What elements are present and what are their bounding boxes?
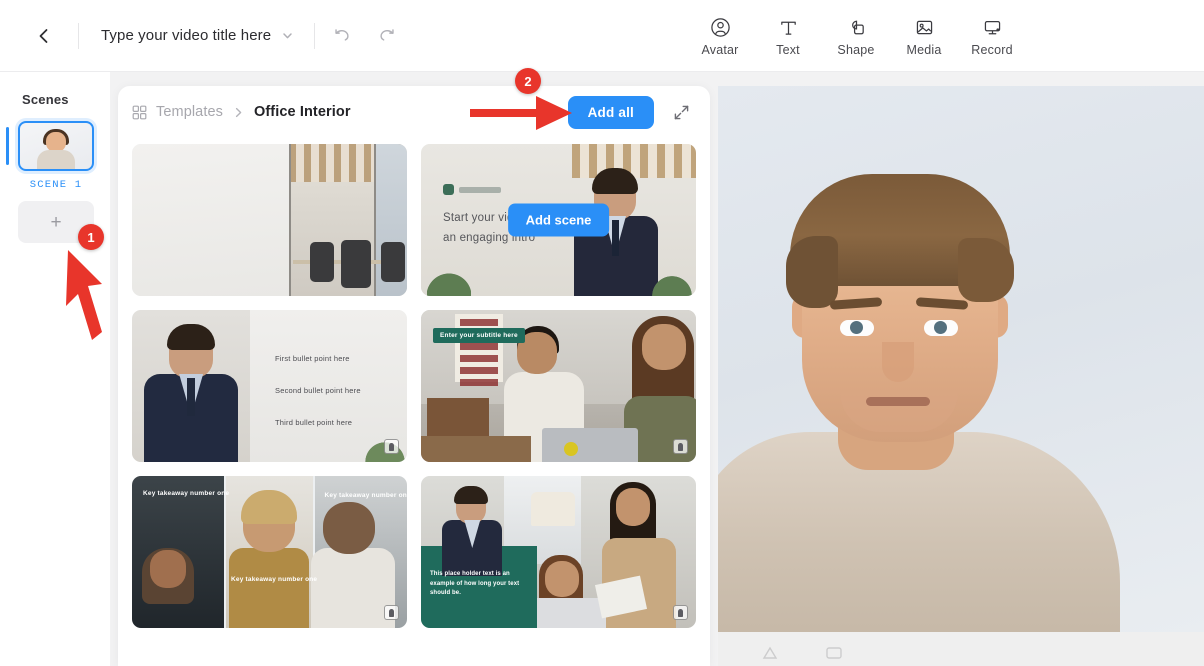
tool-text[interactable]: Text bbox=[754, 10, 822, 63]
scene-type-badge bbox=[384, 439, 399, 454]
expand-icon[interactable] bbox=[670, 101, 692, 123]
add-all-button[interactable]: Add all bbox=[567, 95, 654, 129]
templates-panel: Templates Office Interior Add all Start … bbox=[118, 86, 710, 666]
divider bbox=[314, 22, 316, 49]
tool-record[interactable]: Record bbox=[958, 10, 1026, 63]
tool-media[interactable]: Media bbox=[890, 10, 958, 63]
breadcrumb: Templates Office Interior bbox=[132, 104, 351, 120]
template-card[interactable]: Key takeaway number one Key takeaway num… bbox=[132, 476, 407, 628]
wall-poster bbox=[455, 314, 503, 386]
scene-thumbnail[interactable] bbox=[18, 121, 94, 171]
annotation-arrow-2 bbox=[470, 96, 572, 130]
card-text-line: Enter your subtitle here bbox=[433, 328, 525, 343]
card-photo bbox=[132, 310, 251, 462]
card-text-line: First bullet point here bbox=[275, 354, 350, 363]
thumb-body bbox=[37, 150, 75, 169]
scene-active-indicator bbox=[6, 127, 9, 165]
tool-label: Text bbox=[776, 43, 800, 57]
glass-mullion bbox=[374, 144, 377, 296]
partial-icon bbox=[762, 646, 778, 659]
history-group bbox=[314, 19, 403, 53]
card-text-line: Second bullet point here bbox=[275, 386, 361, 395]
template-card[interactable]: This place holder text is an example of … bbox=[421, 476, 696, 628]
shape-icon bbox=[846, 14, 867, 38]
video-title-group[interactable]: Type your video title here bbox=[101, 27, 294, 44]
insert-toolbar: Avatar Text Shape Media Record bbox=[686, 10, 1026, 63]
scene-type-badge bbox=[673, 439, 688, 454]
card-text-line: Key takeaway number one bbox=[324, 492, 408, 499]
video-title-input[interactable]: Type your video title here bbox=[101, 27, 271, 44]
video-editor-app: Type your video title here Avatar Text S… bbox=[0, 0, 1204, 666]
redo-icon bbox=[380, 29, 394, 41]
avatar-icon bbox=[710, 14, 731, 38]
breadcrumb-current: Office Interior bbox=[254, 104, 351, 120]
templates-grid: Start your video with an engaging intro … bbox=[118, 138, 710, 642]
top-bar: Type your video title here Avatar Text S… bbox=[0, 0, 1204, 72]
templates-header: Templates Office Interior Add all bbox=[118, 86, 710, 138]
plant bbox=[427, 266, 471, 296]
chevron-right-icon bbox=[232, 106, 245, 119]
lamp bbox=[531, 492, 575, 526]
divider bbox=[78, 22, 79, 49]
scene-canvas[interactable] bbox=[718, 86, 1204, 632]
redo-button[interactable] bbox=[369, 19, 403, 53]
scenes-title: Scenes bbox=[22, 92, 69, 107]
tool-label: Media bbox=[906, 43, 942, 57]
tool-label: Record bbox=[971, 43, 1013, 57]
chevron-left-icon bbox=[39, 28, 48, 43]
card-photo-panel bbox=[132, 476, 225, 628]
scene-list-item[interactable]: SCENE 1 bbox=[6, 121, 94, 191]
add-scene-hover-button[interactable]: Add scene bbox=[507, 203, 610, 237]
chevron-down-icon[interactable] bbox=[281, 29, 294, 42]
template-card[interactable]: Start your video with an engaging intro … bbox=[421, 144, 696, 296]
card-text-line: Third bullet point here bbox=[275, 418, 353, 427]
annotation-badge-1: 1 bbox=[78, 224, 104, 250]
annotation-arrow-1 bbox=[66, 250, 102, 340]
grid-icon[interactable] bbox=[132, 105, 147, 120]
breadcrumb-root[interactable]: Templates bbox=[156, 104, 223, 120]
thumb-face bbox=[46, 132, 66, 152]
chair bbox=[310, 242, 335, 282]
glass-mullion bbox=[288, 144, 291, 296]
media-icon bbox=[914, 14, 935, 38]
card-text-line: Key takeaway number one bbox=[143, 490, 230, 497]
avatar-preview[interactable] bbox=[718, 110, 1120, 632]
canvas-area bbox=[718, 86, 1204, 666]
annotation-badge-2: 2 bbox=[515, 68, 541, 94]
bottom-toolbar-partial bbox=[760, 645, 844, 661]
template-card[interactable]: First bullet point here Second bullet po… bbox=[132, 310, 407, 462]
text-icon bbox=[778, 14, 799, 38]
templates-header-actions: Add all bbox=[567, 95, 692, 129]
card-blank-area bbox=[132, 144, 289, 296]
card-photo bbox=[288, 144, 407, 296]
template-card[interactable]: Enter your subtitle here bbox=[421, 310, 696, 462]
partial-icon bbox=[826, 647, 842, 659]
scene-type-badge bbox=[384, 605, 399, 620]
chair bbox=[340, 240, 371, 288]
presenter bbox=[440, 486, 504, 576]
scenes-sidebar: Scenes SCENE 1 + bbox=[0, 72, 110, 666]
undo-button[interactable] bbox=[325, 19, 359, 53]
scene-type-badge bbox=[673, 605, 688, 620]
template-card[interactable] bbox=[132, 144, 407, 296]
undo-icon bbox=[335, 29, 349, 41]
tool-label: Shape bbox=[837, 43, 875, 57]
card-text-line: This place holder text is an example of … bbox=[430, 571, 520, 596]
desk bbox=[421, 436, 531, 462]
card-photo-panel bbox=[226, 476, 313, 628]
record-icon bbox=[982, 14, 1003, 38]
plus-icon: + bbox=[50, 211, 62, 233]
tool-label: Avatar bbox=[701, 43, 739, 57]
brand-logo bbox=[443, 184, 501, 195]
tool-avatar[interactable]: Avatar bbox=[686, 10, 754, 63]
back-button[interactable] bbox=[22, 14, 66, 58]
tool-shape[interactable]: Shape bbox=[822, 10, 890, 63]
chair bbox=[380, 242, 405, 282]
plant bbox=[652, 270, 692, 296]
scene-label: SCENE 1 bbox=[29, 179, 83, 191]
card-text-line: Key takeaway number one bbox=[231, 576, 318, 583]
laptop bbox=[542, 428, 638, 462]
